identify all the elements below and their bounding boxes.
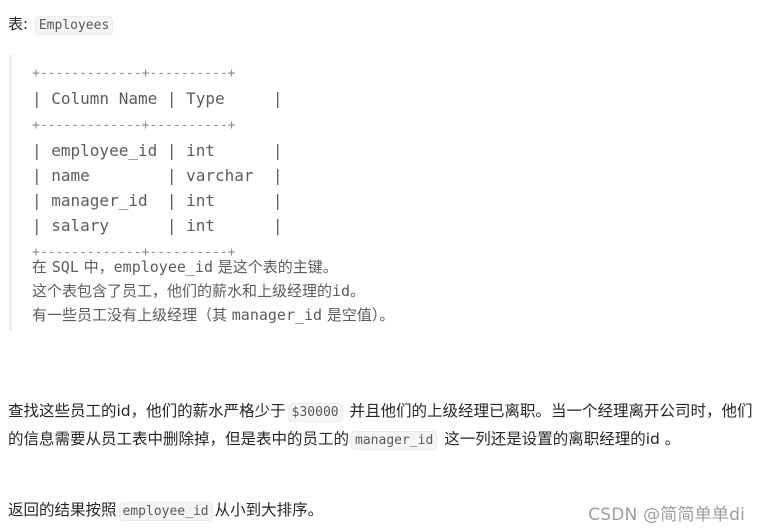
schema-row: | salary | int | [32, 216, 283, 235]
note-text: 这个表包含了员工，他们的薪水和上级经理的 [32, 282, 333, 300]
note-code: SQL [51, 258, 79, 276]
note-code: employee_id [113, 258, 213, 276]
note-text: 有一些员工没有上级经理（其 [32, 306, 232, 324]
note-null-manager: 有一些员工没有上级经理（其 manager_id 是空值）。 [32, 303, 394, 327]
table-name-code: Employees [34, 16, 114, 35]
note-code: manager_id [231, 306, 323, 324]
manager-id-code: manager_id [351, 431, 438, 450]
note-text: 中， [78, 258, 114, 276]
problem-description: 查找这些员工的id，他们的薪水严格少于 $30000 并且他们的上级经理已离职。当… [8, 398, 758, 454]
schema-notes: 在 SQL 中，employee_id 是这个表的主键。 这个表包含了员工，他们… [32, 255, 394, 327]
ordering-text: 返回的结果按照 [8, 501, 117, 519]
problem-text: 这一列还是设置的离职经理的id 。 [439, 430, 681, 448]
note-table-contents: 这个表包含了员工，他们的薪水和上级经理的id。 [32, 279, 394, 303]
schema-blockquote: +-------------+----------+ | Column Name… [9, 55, 512, 330]
note-primary-key: 在 SQL 中，employee_id 是这个表的主键。 [32, 255, 394, 279]
note-text: 是这个表的主键。 [213, 258, 338, 276]
note-text: 是空值）。 [322, 306, 395, 324]
problem-text: 查找这些员工的id，他们的薪水严格少于 [8, 402, 286, 420]
employee-id-code: employee_id [118, 502, 213, 521]
schema-header-row: | Column Name | Type | [32, 89, 283, 108]
schema-border-mid: +-------------+----------+ [32, 118, 236, 133]
schema-row: | employee_id | int | [32, 141, 283, 160]
ordering-text: 从小到大排序。 [214, 501, 324, 519]
table-heading: 表: Employees [8, 12, 115, 38]
schema-row: | name | varchar | [32, 166, 283, 185]
schema-table: +-------------+----------+ | Column Name… [32, 59, 282, 265]
salary-threshold-code: $30000 [287, 403, 343, 422]
note-text: 。 [350, 282, 366, 300]
note-text: 在 [32, 258, 52, 276]
note-code: id [332, 282, 351, 300]
schema-border-top: +-------------+----------+ [32, 66, 236, 81]
schema-row: | manager_id | int | [32, 191, 283, 210]
csdn-watermark: CSDN @简简单单di [588, 505, 745, 525]
table-label: 表: [8, 15, 29, 33]
